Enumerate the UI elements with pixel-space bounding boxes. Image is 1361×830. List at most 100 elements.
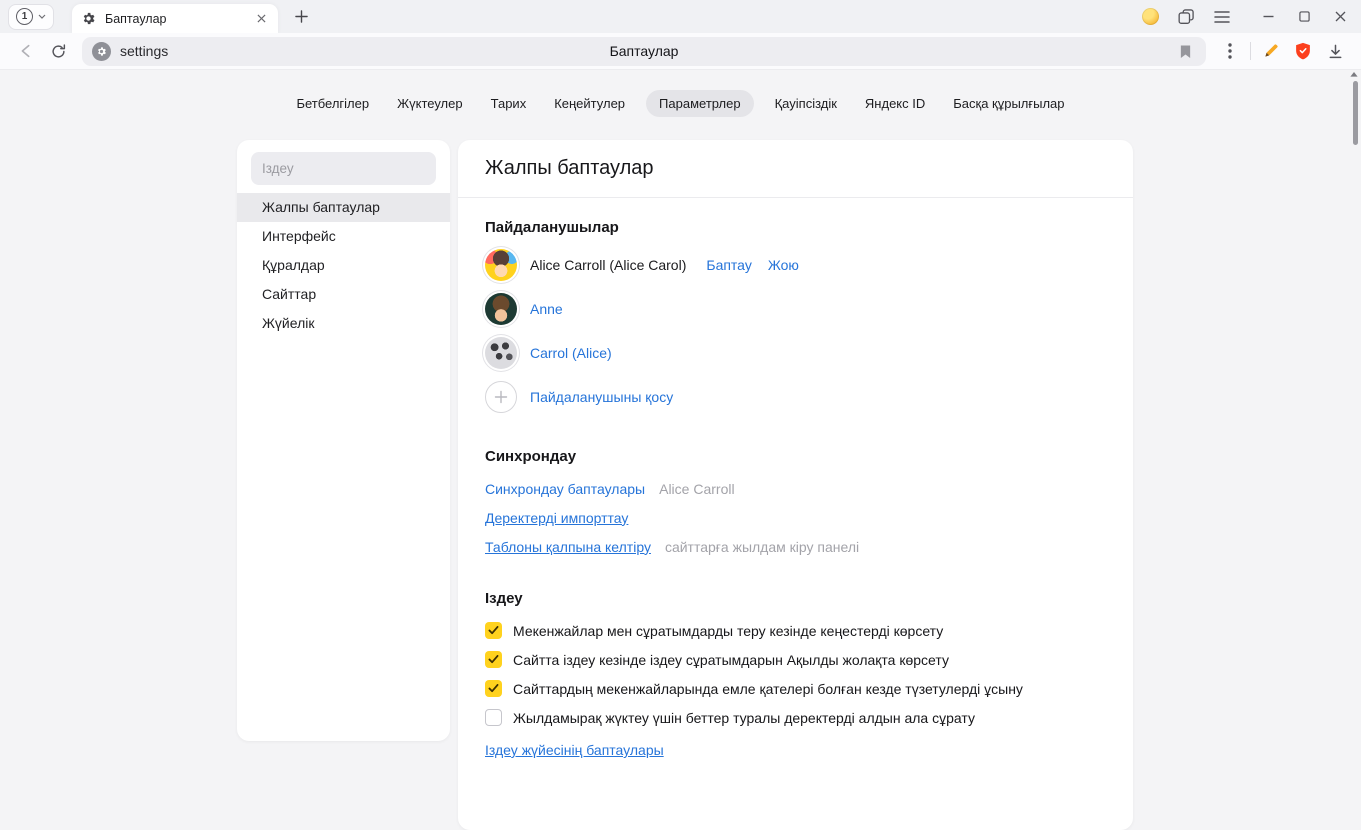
pencil-icon [1262,42,1280,60]
user-delete-link[interactable]: Жою [768,257,799,273]
yandex-browser-window: { "window": { "tab_counter": "1", "tab_t… [0,0,1361,749]
nav-tab-yandex-id[interactable]: Яндекс ID [858,90,932,117]
option-prefetch-pages[interactable]: Жылдамырақ жүктеу үшін беттер туралы дер… [485,703,1106,732]
restore-tableau-link[interactable]: Таблоны қалпына келтіру [485,539,651,555]
add-user-link[interactable]: Пайдаланушыны қосу [530,389,673,405]
back-button[interactable] [10,36,42,66]
checkbox-checked[interactable] [485,651,502,668]
checkbox-checked[interactable] [485,622,502,639]
nav-tab-extensions[interactable]: Кеңейтулер [547,90,632,117]
assistant-button[interactable] [1135,4,1165,30]
section-search: Іздеу Мекенжайлар мен сұратымдарды теру … [458,590,1133,760]
avatar-alice [485,249,517,281]
settings-sidebar: Жалпы баптаулар Интерфейс Құралдар Сайтт… [237,140,450,741]
section-users: Пайдаланушылар Alice Carroll (Alice Caro… [458,219,1133,419]
site-badge-gear-icon [96,46,107,57]
import-data-link[interactable]: Деректерді импорттау [485,510,628,526]
checkbox-checked[interactable] [485,680,502,697]
users-heading: Пайдаланушылар [485,219,1106,236]
user-link-anne[interactable]: Anne [530,301,563,317]
avatar-anne [485,293,517,325]
tab-title: Баптаулар [105,12,254,26]
sync-account-note: Alice Carroll [659,481,734,497]
settings-nav-tabs: Бетбелгілер Жүктеулер Тарих Кеңейтулер П… [0,90,1361,117]
sync-heading: Синхрондау [485,448,1106,465]
window-close-icon [1335,11,1346,22]
downloads-button[interactable] [1319,36,1351,66]
option-label: Сайттардың мекенжайларында емле қателері… [513,681,1023,697]
search-input[interactable] [251,152,436,185]
sidebar-search [237,140,450,193]
option-smartbox-queries[interactable]: Сайтта іздеу кезінде іздеу сұратымдарын … [485,645,1106,674]
protect-shield-icon [1295,42,1311,60]
maximize-button[interactable] [1289,4,1319,30]
sidebar-item-system[interactable]: Жүйелік [237,309,450,338]
sidebar-item-general[interactable]: Жалпы баптаулар [237,193,450,222]
section-sync: Синхрондау Синхрондау баптаулары Alice C… [458,448,1133,561]
user-configure-link[interactable]: Баптау [706,257,751,273]
gear-icon [81,11,96,26]
site-badge [92,42,111,61]
bookmark-button[interactable] [1175,40,1196,63]
sidebar-list: Жалпы баптаулар Интерфейс Құралдар Сайтт… [237,193,450,338]
close-window-button[interactable] [1325,4,1355,30]
hamburger-icon [1214,11,1230,23]
search-engine-settings-link[interactable]: Іздеу жүйесінің баптаулары [485,742,664,758]
checkbox-check-icon [488,684,499,693]
download-icon [1327,43,1344,60]
toolbar-divider [1250,42,1251,60]
nav-tab-security[interactable]: Қауіпсіздік [768,90,844,117]
url-text: settings [120,43,168,59]
browser-tab-settings[interactable]: Баптаулар [72,4,278,33]
page-title: Жалпы баптаулар [458,140,1133,198]
nav-tab-bookmarks[interactable]: Бетбелгілер [289,90,376,117]
sync-row: Синхрондау баптаулары Alice Carroll [485,474,1106,503]
minimize-button[interactable] [1253,4,1283,30]
option-label: Сайтта іздеу кезінде іздеу сұратымдарын … [513,652,949,668]
tab-close-icon [257,14,266,23]
page-title-centered: Баптаулар [82,43,1206,59]
edit-extension-button[interactable] [1255,36,1287,66]
reload-button[interactable] [42,36,74,66]
kebab-menu-icon [1228,43,1232,59]
user-name: Alice Carroll (Alice Carol) [530,257,686,273]
option-show-suggestions[interactable]: Мекенжайлар мен сұратымдарды теру кезінд… [485,616,1106,645]
tab-count: 1 [16,8,33,25]
search-heading: Іздеу [485,590,1106,607]
minimize-icon [1263,15,1274,18]
checkbox-check-icon [488,626,499,635]
user-actions: Баптау Жою [706,257,799,273]
user-row-carrol: Carrol (Alice) [485,331,1106,375]
sidebar-item-tools[interactable]: Құралдар [237,251,450,280]
new-tab-button[interactable] [288,4,314,30]
sidebar-item-sites[interactable]: Сайттар [237,280,450,309]
bookmark-flag-icon [1179,44,1192,59]
extensions-menu-button[interactable] [1214,36,1246,66]
add-user-button[interactable] [485,381,517,413]
nav-tab-downloads[interactable]: Жүктеулер [390,90,470,117]
tab-close-button[interactable] [254,11,269,26]
settings-main-panel: Жалпы баптаулар Пайдаланушылар Alice Car… [458,140,1133,830]
option-label: Мекенжайлар мен сұратымдарды теру кезінд… [513,623,943,639]
protect-extension-button[interactable] [1287,36,1319,66]
nav-tab-history[interactable]: Тарих [484,90,534,117]
user-row-alice: Alice Carroll (Alice Carol) Баптау Жою [485,243,1106,287]
menu-button[interactable] [1207,4,1237,30]
option-label: Жылдамырақ жүктеу үшін беттер туралы дер… [513,710,975,726]
scroll-up-arrow-icon[interactable] [1350,72,1358,77]
back-arrow-icon [17,42,35,60]
addressbar: settings Баптаулар [0,33,1361,70]
add-user-row: Пайдаланушыны қосу [485,375,1106,419]
scrollbar-thumb[interactable] [1353,81,1358,145]
nav-tab-settings[interactable]: Параметрлер [646,90,754,117]
user-link-carrol[interactable]: Carrol (Alice) [530,345,612,361]
sync-settings-link[interactable]: Синхрондау баптаулары [485,481,645,497]
titlebar: 1 Баптаулар [0,0,1361,33]
tab-panels-button[interactable] [1171,4,1201,30]
nav-tab-other-devices[interactable]: Басқа құрылғылар [946,90,1071,117]
checkbox-unchecked[interactable] [485,709,502,726]
option-spelling-corrections[interactable]: Сайттардың мекенжайларында емле қателері… [485,674,1106,703]
url-field[interactable]: settings Баптаулар [82,37,1206,66]
tab-counter-button[interactable]: 1 [8,4,54,30]
sidebar-item-interface[interactable]: Интерфейс [237,222,450,251]
